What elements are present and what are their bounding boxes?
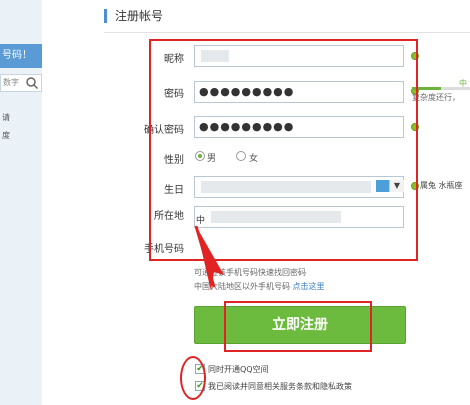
annotation-arrow — [194, 225, 224, 291]
